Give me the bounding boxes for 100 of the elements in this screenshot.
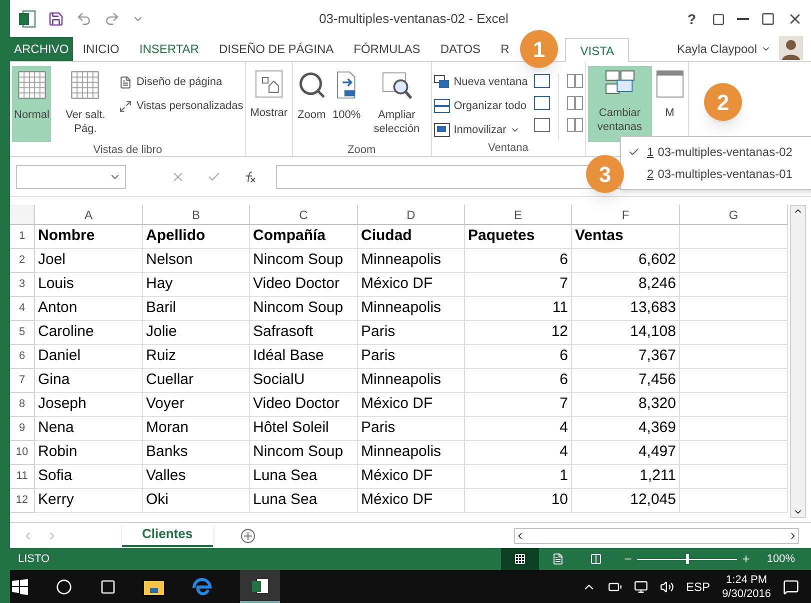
view-button[interactable] (500, 548, 539, 570)
redo-icon (104, 11, 120, 27)
table-cell: Nincom Soup (250, 441, 358, 465)
table-cell: 7,367 (572, 345, 680, 369)
ribbon-button[interactable]: Ampliar selección (364, 66, 429, 142)
horizontal-scrollbar[interactable] (514, 528, 799, 544)
help-button[interactable]: ? (683, 8, 700, 30)
table-cell: México DF (358, 273, 465, 297)
table-cell: 10 (465, 489, 572, 513)
ribbon-button[interactable]: Vistas personalizadas (119, 96, 244, 116)
table-cell: Luna Sea (250, 489, 358, 513)
table-cell: Banks (143, 441, 250, 465)
table-cell: Minneapolis (358, 249, 465, 273)
row-header[interactable]: 3 (10, 273, 35, 297)
table-cell: Ruiz (143, 345, 250, 369)
row-header[interactable]: 12 (10, 489, 35, 513)
table-cell: Joel (35, 249, 143, 273)
table-cell: Daniel (35, 345, 143, 369)
table-cell: Paris (358, 345, 465, 369)
table-cell: Compañía (250, 225, 358, 249)
ribbon-button[interactable]: Zoom (294, 66, 329, 142)
row-header[interactable]: 8 (10, 393, 35, 417)
row-header[interactable]: 11 (10, 465, 35, 489)
zoom-slider[interactable] (636, 553, 737, 565)
vertical-scrollbar[interactable] (790, 205, 806, 518)
column-header[interactable]: F (572, 205, 680, 224)
row-header[interactable]: 10 (10, 441, 35, 465)
table-cell: Ventas (572, 225, 680, 249)
ribbon-tab[interactable]: VISTA (565, 38, 630, 62)
search-circle-icon (56, 578, 72, 594)
table-cell: Nelson (143, 249, 250, 273)
column-header[interactable]: G (680, 205, 788, 224)
browser-icon (192, 578, 212, 596)
ribbon-tab[interactable]: INSERTAR (129, 37, 209, 61)
row-header[interactable]: 5 (10, 321, 35, 345)
ribbon-button[interactable]: Organizar todo (434, 96, 528, 116)
ribbon-button[interactable]: Diseño de página (119, 72, 244, 92)
status-text: LISTO (18, 552, 50, 567)
ribbon-button[interactable]: Nueva ventana (434, 72, 528, 92)
table-cell: 6 (465, 369, 572, 393)
column-header[interactable]: B (143, 205, 250, 224)
table-cell: 11 (465, 297, 572, 321)
row-header[interactable]: 9 (10, 417, 35, 441)
row-header[interactable]: 2 (10, 249, 35, 273)
row-header[interactable]: 7 (10, 369, 35, 393)
ribbon-button[interactable]: Mostrar (248, 66, 290, 142)
ribbon-tab[interactable]: DISEÑO DE PÁGINA (208, 37, 344, 61)
add-sheet-icon (240, 528, 255, 542)
menu-item[interactable]: 1 03-multiples-ventanas-02 (621, 141, 811, 163)
table-cell: Kerry (35, 489, 143, 513)
shapes-icon (254, 70, 283, 98)
windows-start-icon (12, 578, 28, 594)
column-header[interactable]: D (358, 205, 465, 224)
ribbon-button[interactable]: Cambiar ventanas (588, 66, 652, 142)
table-cell: Paris (358, 417, 465, 441)
undo-icon (76, 11, 92, 27)
ribbon-button[interactable]: Normal (12, 66, 52, 142)
table-cell: 1,211 (572, 465, 680, 489)
task-view-icon (100, 578, 116, 594)
table-cell: 8,320 (572, 393, 680, 417)
column-header[interactable]: E (465, 205, 572, 224)
row-header[interactable]: 4 (10, 297, 35, 321)
ribbon-tab[interactable]: FÓRMULAS (344, 37, 430, 61)
table-cell: 4 (465, 441, 572, 465)
minimize-icon (737, 18, 749, 20)
column-header[interactable]: A (35, 205, 143, 224)
row-header[interactable]: 6 (10, 345, 35, 369)
zoom-slider-thumb[interactable] (686, 554, 689, 564)
ribbon-tab[interactable]: DATOS (430, 37, 491, 61)
user-menu[interactable]: Kayla Claypool (676, 37, 771, 61)
maximize-icon (761, 12, 775, 26)
row-header[interactable]: 1 (10, 225, 35, 249)
page-icon (552, 553, 564, 565)
search-icon (296, 70, 327, 100)
table-cell: Paquetes (465, 225, 572, 249)
table-cell: Video Doctor (250, 393, 358, 417)
table-cell: SocialU (250, 369, 358, 393)
columns-icon (590, 553, 602, 565)
table-cell: Nombre (35, 225, 143, 249)
ribbon-tab[interactable]: INICIO (72, 37, 130, 61)
taskbar-excel-button[interactable] (240, 570, 280, 603)
table-cell: Apellido (143, 225, 250, 249)
ribbon-tab[interactable]: ARCHIVO (10, 37, 73, 61)
views-icon (119, 100, 132, 112)
table-cell: Caroline (35, 321, 143, 345)
ribbon-button[interactable]: Ver salt. Pág. (53, 66, 118, 142)
sheet-tab[interactable]: Clientes (122, 522, 213, 546)
ribbon-button[interactable]: Inmovilizar (434, 120, 528, 140)
ribbon-tab[interactable]: R (490, 37, 520, 61)
ribbon-button[interactable]: 100% (330, 66, 363, 142)
table-cell: Minneapolis (358, 441, 465, 465)
language-indicator[interactable]: ESP (686, 578, 710, 596)
table-cell: Gina (35, 369, 143, 393)
menu-item[interactable]: 2 03-multiples-ventanas-01 (621, 163, 811, 185)
table-cell: 4 (465, 417, 572, 441)
table-cell: México DF (358, 489, 465, 513)
column-header[interactable]: C (250, 205, 358, 224)
macro-icon (656, 70, 684, 98)
save-icon (48, 11, 64, 27)
table-cell: Hay (143, 273, 250, 297)
